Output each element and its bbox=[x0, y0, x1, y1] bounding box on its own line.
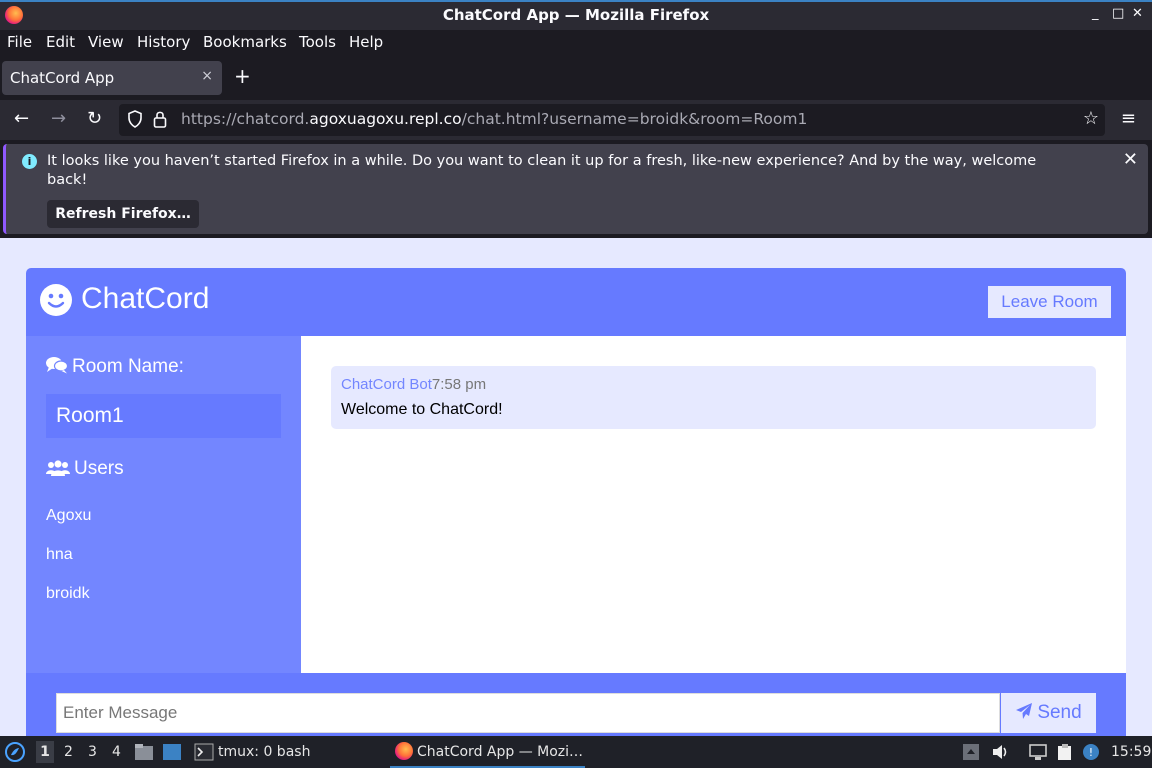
new-tab-button[interactable]: + bbox=[234, 66, 251, 86]
window-title: ChatCord App — Mozilla Firefox bbox=[442, 6, 710, 24]
firefox-task-label: ChatCord App — Mozi… bbox=[417, 744, 584, 760]
notification-text: It looks like you haven’t started Firefo… bbox=[47, 153, 1037, 188]
close-window-button[interactable]: ✕ bbox=[1132, 6, 1143, 21]
room-name-label: Room Name: bbox=[72, 356, 184, 377]
page-content: ChatCord Leave Room Room Name: Room1 Use… bbox=[0, 238, 1152, 736]
forward-button[interactable]: → bbox=[51, 108, 66, 130]
tab-close-icon[interactable]: × bbox=[201, 68, 213, 84]
message-time: 7:58 pm bbox=[431, 376, 487, 393]
menu-bar: File Edit View History Bookmarks Tools H… bbox=[0, 30, 1152, 56]
users-label: Users bbox=[74, 458, 124, 479]
window-titlebar: ChatCord App — Mozilla Firefox _ □ ✕ bbox=[0, 0, 1152, 30]
firefox-task-icon bbox=[395, 742, 413, 760]
volume-icon[interactable] bbox=[991, 743, 1009, 761]
user-item: broidk bbox=[46, 585, 90, 602]
workspace-1[interactable]: 1 bbox=[36, 741, 54, 763]
chat-sidebar: Room Name: Room1 Users Agoxu hna broidk bbox=[26, 336, 301, 673]
menu-history[interactable]: History bbox=[137, 33, 190, 51]
workspace-3[interactable]: 3 bbox=[88, 744, 97, 760]
tab-title: ChatCord App bbox=[10, 69, 115, 87]
menu-file[interactable]: File bbox=[7, 33, 32, 51]
taskbar: 1 2 3 4 tmux: 0 bash ChatCord App — Mozi… bbox=[0, 736, 1152, 768]
app-title: ChatCord bbox=[81, 282, 210, 315]
menu-help[interactable]: Help bbox=[349, 33, 383, 51]
refresh-notification: i It looks like you haven’t started Fire… bbox=[3, 144, 1148, 234]
url-host: agoxuagoxu.repl.co bbox=[309, 110, 462, 128]
url-bar[interactable]: https://chatcord.agoxuagoxu.repl.co/chat… bbox=[119, 104, 1105, 136]
message-username: ChatCord Bot bbox=[341, 376, 432, 393]
send-label: Send bbox=[1037, 702, 1082, 723]
message-input[interactable]: Enter Message bbox=[56, 693, 1000, 733]
send-button[interactable]: Send bbox=[1001, 693, 1096, 733]
chat-form: Enter Message Send bbox=[26, 673, 1126, 736]
terminal-task[interactable]: tmux: 0 bash bbox=[218, 744, 310, 760]
navigation-bar: ← → ↻ https://chatcord.agoxuagoxu.repl.c… bbox=[0, 100, 1152, 140]
room-name-heading: Room Name: bbox=[46, 356, 184, 378]
chat-container: ChatCord Leave Room Room Name: Room1 Use… bbox=[26, 268, 1126, 736]
tray-arrow-icon[interactable] bbox=[962, 743, 980, 761]
leave-room-button[interactable]: Leave Room bbox=[988, 286, 1111, 318]
menu-tools[interactable]: Tools bbox=[299, 33, 336, 51]
notification-area: i It looks like you haven’t started Fire… bbox=[0, 140, 1152, 238]
terminal-icon bbox=[194, 743, 214, 761]
user-item: hna bbox=[46, 546, 73, 563]
info-icon: i bbox=[22, 154, 37, 169]
users-icon bbox=[46, 460, 70, 476]
clock: 15:59 bbox=[1111, 744, 1152, 760]
tab-chatcord[interactable]: ChatCord App × bbox=[2, 61, 222, 95]
lock-icon[interactable] bbox=[153, 110, 167, 128]
minimize-button[interactable]: _ bbox=[1092, 6, 1099, 21]
tracking-shield-icon[interactable] bbox=[127, 110, 143, 128]
message-meta: ChatCord Bot7:58 pm bbox=[341, 376, 486, 393]
firefox-task[interactable]: ChatCord App — Mozi… bbox=[390, 736, 585, 768]
url-text[interactable]: https://chatcord.agoxuagoxu.repl.co/chat… bbox=[181, 110, 807, 128]
hamburger-menu-icon[interactable]: ≡ bbox=[1121, 108, 1136, 130]
maximize-button[interactable]: □ bbox=[1112, 6, 1124, 21]
start-menu-icon[interactable] bbox=[5, 742, 25, 762]
notification-close-icon[interactable]: ✕ bbox=[1123, 149, 1138, 170]
smile-icon bbox=[40, 284, 72, 316]
network-icon[interactable] bbox=[1029, 743, 1047, 761]
message: ChatCord Bot7:58 pm Welcome to ChatCord! bbox=[331, 366, 1096, 429]
paper-plane-icon bbox=[1016, 703, 1033, 719]
menu-bookmarks[interactable]: Bookmarks bbox=[203, 33, 287, 51]
back-button[interactable]: ← bbox=[14, 108, 29, 130]
menu-view[interactable]: View bbox=[88, 33, 124, 51]
user-item: Agoxu bbox=[46, 507, 92, 524]
clipboard-icon[interactable] bbox=[1056, 743, 1074, 761]
room-name-value: Room1 bbox=[46, 394, 281, 438]
tab-strip: ChatCord App × + bbox=[0, 56, 1152, 100]
refresh-firefox-button[interactable]: Refresh Firefox… bbox=[47, 200, 199, 228]
bookmark-star-icon[interactable]: ☆ bbox=[1083, 108, 1099, 129]
comments-icon bbox=[46, 357, 69, 374]
menu-edit[interactable]: Edit bbox=[46, 33, 75, 51]
url-path: /chat.html?username=broidk&room=Room1 bbox=[461, 110, 808, 128]
file-manager-icon[interactable] bbox=[134, 743, 154, 761]
url-prefix: https://chatcord. bbox=[181, 110, 310, 128]
users-heading: Users bbox=[46, 458, 124, 480]
notification-icon[interactable]: ! bbox=[1082, 743, 1100, 761]
workspace-2[interactable]: 2 bbox=[64, 744, 73, 760]
reload-button[interactable]: ↻ bbox=[87, 108, 102, 130]
chat-header: ChatCord Leave Room bbox=[26, 268, 1126, 336]
chat-messages: ChatCord Bot7:58 pm Welcome to ChatCord! bbox=[301, 336, 1126, 673]
desktop-icon[interactable] bbox=[162, 743, 182, 761]
workspace-4[interactable]: 4 bbox=[112, 744, 121, 760]
svg-text:!: ! bbox=[1089, 746, 1093, 759]
message-text: Welcome to ChatCord! bbox=[341, 401, 503, 418]
